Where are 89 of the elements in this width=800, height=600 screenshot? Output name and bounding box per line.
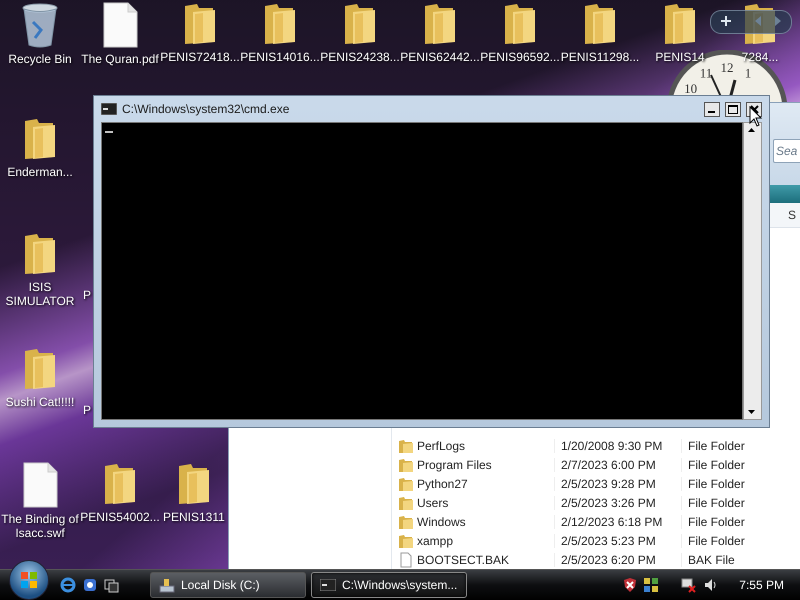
folder-icon xyxy=(398,514,414,530)
plus-icon[interactable] xyxy=(720,15,732,27)
column-header[interactable]: S xyxy=(788,208,800,222)
document-icon xyxy=(102,2,138,48)
date-cell: 2/12/2023 6:18 PM xyxy=(554,514,681,528)
scrollbar[interactable] xyxy=(743,122,762,420)
network-error-icon[interactable] xyxy=(681,577,698,593)
desktop-shortcut[interactable]: Sushi Cat!!!!! xyxy=(0,345,80,409)
folder-icon xyxy=(23,117,57,161)
folder-icon xyxy=(343,2,377,46)
console-icon xyxy=(320,579,336,591)
start-button[interactable] xyxy=(9,560,49,600)
folder-icon xyxy=(23,232,57,276)
taskbar-clock[interactable]: 7:55 PM xyxy=(739,578,784,592)
desktop-shortcut[interactable]: The Quran.pdf xyxy=(80,0,160,66)
clock-numeral: 1 xyxy=(744,66,752,81)
date-cell: 2/7/2023 6:00 PM xyxy=(554,458,681,472)
folder-icon xyxy=(398,476,414,492)
folder-icon xyxy=(398,532,414,548)
type-cell: File Folder xyxy=(681,534,788,548)
folder-icon xyxy=(176,462,211,506)
drive-icon xyxy=(159,577,175,593)
taskbar-button[interactable]: C:\Windows\system... xyxy=(311,572,467,598)
folder-icon xyxy=(183,2,217,46)
date-cell: 2/5/2023 3:26 PM xyxy=(554,496,681,510)
desktop-shortcut[interactable]: PENIS1311 xyxy=(160,460,225,524)
folder-icon xyxy=(398,456,414,472)
window-title: C:\Windows\system32\cmd.exe xyxy=(122,102,290,116)
windows-logo-icon xyxy=(20,571,38,589)
desktop-shortcut[interactable]: The Binding of Isacc.swf xyxy=(0,460,80,540)
type-cell: File Folder xyxy=(681,438,788,452)
clock-numeral: 10 xyxy=(684,81,698,96)
shield-icon[interactable] xyxy=(623,577,638,593)
folder-icon xyxy=(663,2,697,46)
type-cell: File Folder xyxy=(681,514,788,528)
desktop-shortcut[interactable]: Enderman... xyxy=(0,115,80,179)
file-name[interactable]: PerfLogs xyxy=(392,438,554,454)
desktop-shortcut[interactable]: PENIS62442... xyxy=(400,0,480,64)
folder-icon xyxy=(23,347,57,391)
windows-stack-icon xyxy=(104,577,120,593)
document-icon xyxy=(22,462,58,508)
maximize-icon xyxy=(728,104,738,114)
date-cell: 2/5/2023 5:23 PM xyxy=(554,534,681,548)
desktop-shortcut[interactable]: P xyxy=(80,286,92,302)
flag-icon[interactable] xyxy=(643,577,660,593)
text-cursor xyxy=(105,131,113,133)
desktop-shortcut[interactable]: ISIS SIMULATOR xyxy=(0,230,80,308)
date-cell: 1/20/2008 9:30 PM xyxy=(554,438,681,452)
desktop-shortcut[interactable]: PENIS24238... xyxy=(320,0,400,64)
minimize-button[interactable] xyxy=(704,102,720,116)
clock-numeral: 12 xyxy=(720,60,734,75)
mouse-pointer-icon xyxy=(749,106,763,128)
type-cell: File Folder xyxy=(681,458,788,472)
recycle-bin-icon xyxy=(21,2,59,48)
desktop-shortcut[interactable]: PENIS14016... xyxy=(240,0,320,64)
desktop-shortcut[interactable]: Recycle Bin xyxy=(0,0,80,66)
type-cell: File Folder xyxy=(681,476,788,490)
search-field[interactable]: Sea xyxy=(773,139,800,163)
date-cell: 2/5/2023 9:28 PM xyxy=(554,476,681,490)
file-name[interactable]: Users xyxy=(392,494,554,510)
clock-numeral: 11 xyxy=(700,66,712,81)
file-name[interactable]: xampp xyxy=(392,532,554,548)
folder-icon xyxy=(398,494,414,510)
folder-icon xyxy=(263,2,297,46)
desktop-shortcut[interactable]: P xyxy=(80,401,92,417)
close-icon xyxy=(750,104,758,114)
folder-icon xyxy=(503,2,537,46)
gadget-control[interactable] xyxy=(710,10,792,34)
date-cell: 2/5/2023 6:20 PM xyxy=(554,552,681,566)
file-name[interactable]: Program Files xyxy=(392,456,554,472)
arrows-icon[interactable] xyxy=(753,16,783,26)
type-cell: File Folder xyxy=(681,496,788,510)
folder-icon xyxy=(583,2,617,46)
desktop-shortcut[interactable]: PENIS11298... xyxy=(560,0,640,64)
app-icon xyxy=(82,577,98,593)
maximize-button[interactable] xyxy=(725,102,741,116)
folder-icon xyxy=(103,462,137,506)
console-icon xyxy=(101,103,117,115)
desktop-shortcut[interactable]: PENIS72418... xyxy=(160,0,240,64)
file-name[interactable]: Windows xyxy=(392,514,554,530)
taskbar-button[interactable]: Local Disk (C:) xyxy=(150,572,306,598)
desktop-shortcut[interactable]: PENIS54002... xyxy=(80,460,160,524)
file-name[interactable]: BOOTSECT.BAK xyxy=(392,552,554,568)
file-name[interactable]: Python27 xyxy=(392,476,554,492)
folder-icon xyxy=(423,2,457,46)
desktop-shortcut[interactable]: PENIS96592... xyxy=(480,0,560,64)
browser-icon xyxy=(60,577,76,593)
folder-icon xyxy=(398,438,414,454)
type-cell: BAK File xyxy=(681,552,788,566)
